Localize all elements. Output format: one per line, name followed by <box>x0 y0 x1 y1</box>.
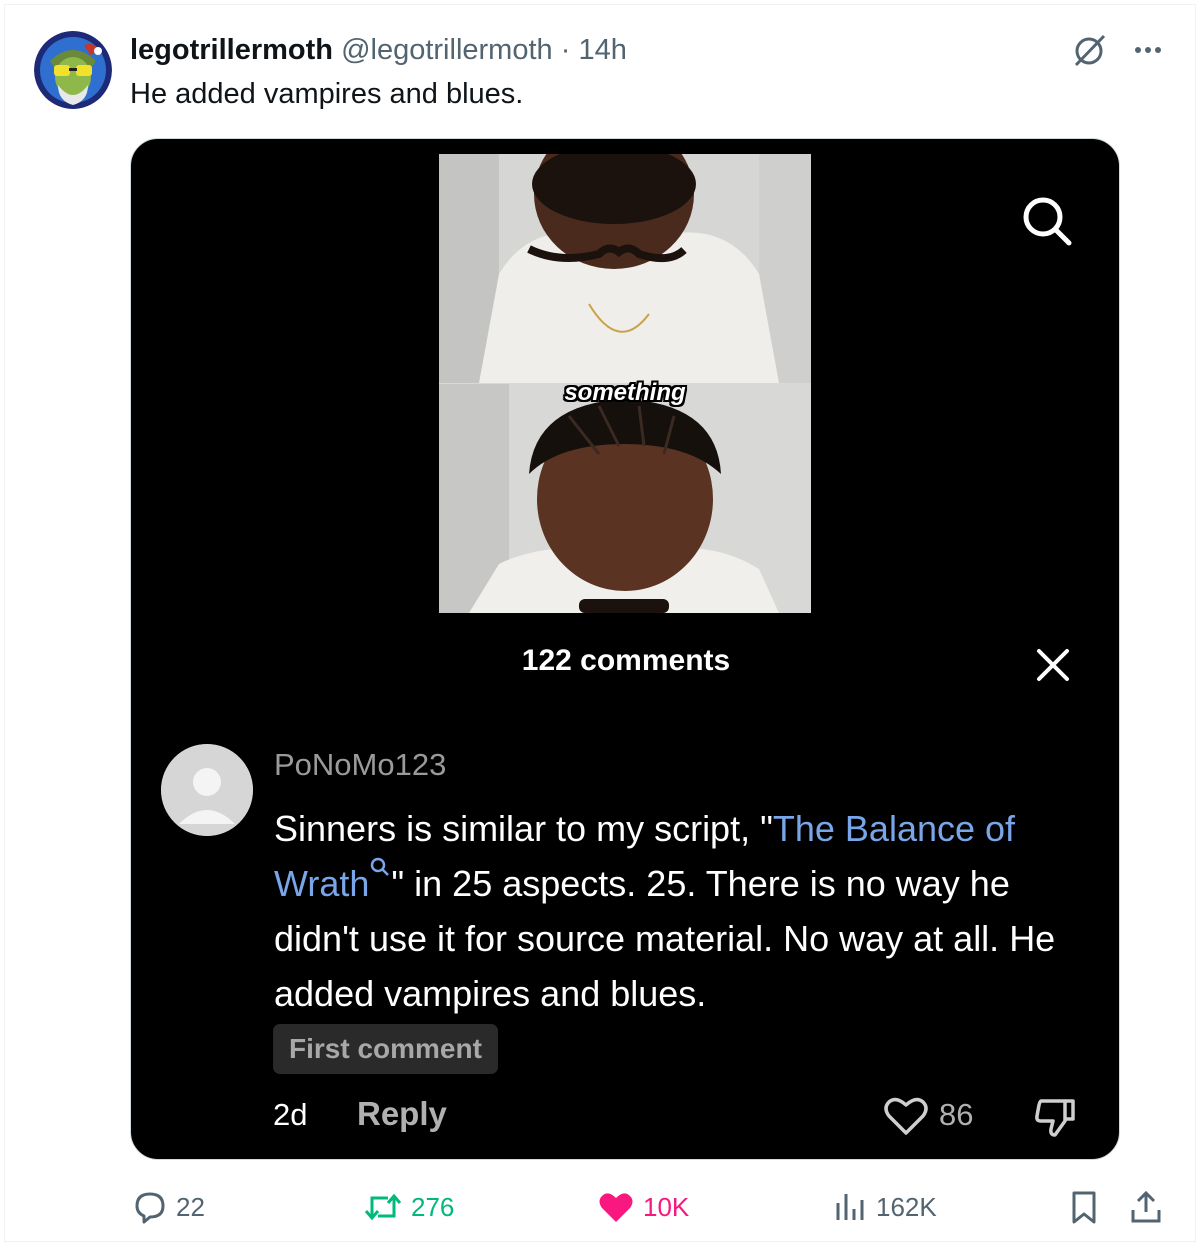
repost-count: 276 <box>411 1191 455 1222</box>
comment-reply-button[interactable]: Reply <box>357 1095 447 1133</box>
commenter-username[interactable]: PoNoMo123 <box>274 747 446 783</box>
author-handle[interactable]: @legotrillermoth <box>341 34 553 66</box>
views-chart-icon <box>836 1194 864 1220</box>
more-options-button[interactable] <box>1128 30 1168 70</box>
reply-icon <box>135 1192 165 1224</box>
more-icon <box>1135 47 1161 53</box>
reply-count: 22 <box>176 1191 205 1222</box>
header-separator: · <box>560 34 571 66</box>
comment-text-part2: " in 25 aspects. 25. There is no way he … <box>274 863 1056 1014</box>
bookmark-icon <box>1072 1191 1096 1224</box>
like-button[interactable]: 10K <box>597 1186 689 1228</box>
comment-like-button[interactable] <box>883 1093 929 1139</box>
comment-text: Sinners is similar to my script, "The Ba… <box>274 801 1089 1021</box>
heart-outline-icon <box>884 1097 928 1135</box>
search-icon <box>1023 197 1072 246</box>
heart-icon <box>599 1193 633 1222</box>
like-count: 10K <box>643 1191 690 1222</box>
avatar-image <box>34 31 112 109</box>
small-search-icon <box>371 857 390 876</box>
search-button[interactable] <box>1017 191 1077 251</box>
repost-button[interactable]: 276 <box>363 1186 454 1228</box>
tweet-timestamp[interactable]: 14h <box>578 34 626 66</box>
comment-age: 2d <box>273 1097 308 1132</box>
close-icon <box>1037 649 1069 681</box>
comments-count: 122 comments <box>521 644 731 677</box>
share-button[interactable] <box>1128 1186 1164 1228</box>
share-icon <box>1131 1190 1161 1223</box>
tweet-header: legotrillermoth @legotrillermoth · 14h <box>130 30 627 70</box>
default-user-icon <box>161 744 253 836</box>
views-count: 162K <box>876 1191 937 1222</box>
video-thumbnail[interactable]: something <box>439 154 811 613</box>
tweet-text: He added vampires and blues. <box>130 78 524 110</box>
grok-icon <box>1074 34 1106 67</box>
author-display-name[interactable]: legotrillermoth <box>130 34 333 66</box>
author-avatar[interactable] <box>34 31 112 109</box>
comment-like-count: 86 <box>939 1097 974 1132</box>
commenter-avatar[interactable] <box>161 744 253 836</box>
reply-button[interactable]: 22 <box>132 1186 205 1228</box>
comment-text-part1: Sinners is similar to my script, " <box>274 808 773 849</box>
grok-button[interactable] <box>1070 30 1110 70</box>
bookmark-button[interactable] <box>1066 1186 1102 1228</box>
media-card[interactable]: something 122 comments PoNoMo123 Sinners… <box>130 138 1120 1160</box>
video-caption: something <box>564 379 686 406</box>
first-comment-badge: First comment <box>273 1024 498 1074</box>
thumbs-down-icon <box>1035 1099 1075 1137</box>
comment-dislike-button[interactable] <box>1031 1093 1079 1141</box>
close-comments-button[interactable] <box>1033 645 1073 685</box>
repost-icon <box>364 1193 402 1221</box>
views-button[interactable]: 162K <box>832 1186 937 1228</box>
